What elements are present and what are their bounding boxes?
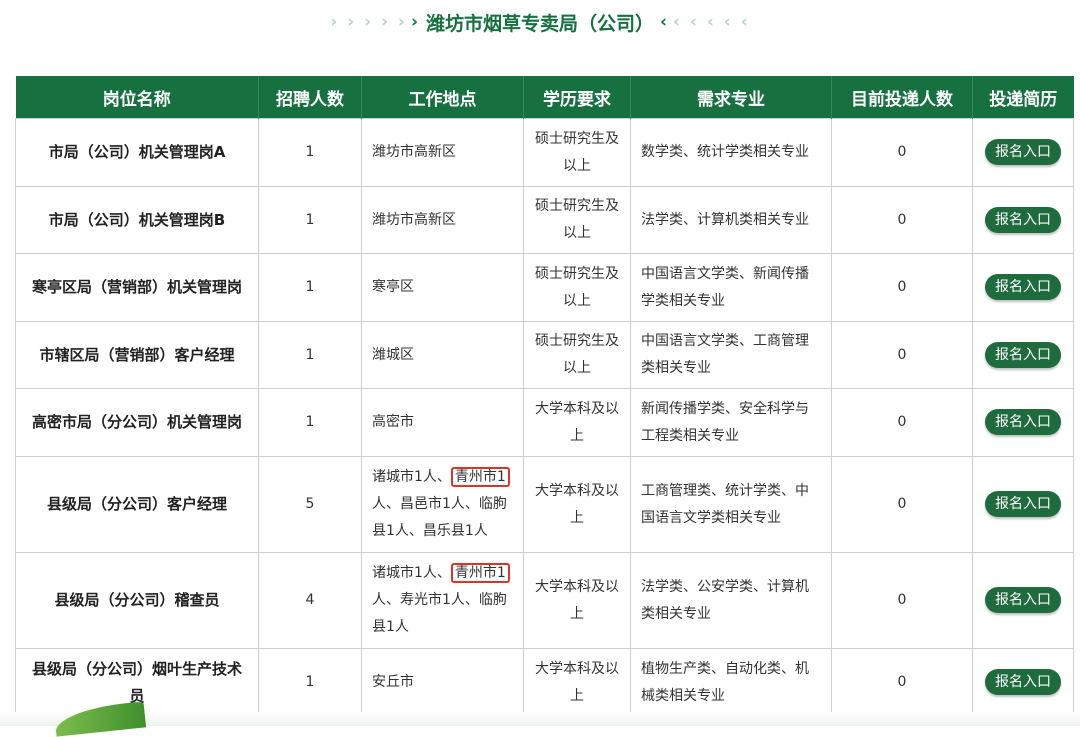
col-header-apply: 投递简历 (972, 76, 1074, 119)
location-cell: 诸城市1人、 青州市1 人、昌邑市1人、临朐县1人、昌乐县1人 (361, 456, 524, 553)
major-cell: 中国语言文学类、工商管理类相关专业 (630, 321, 832, 389)
major-cell: 工商管理类、统计学类、中国语言文学类相关专业 (630, 456, 832, 553)
count-cell: 5 (258, 456, 362, 553)
count-cell: 1 (258, 253, 362, 322)
table-header-row: 岗位名称 招聘人数 工作地点 学历要求 需求专业 目前投递人数 投递简历 (15, 76, 1074, 119)
table-row: 市局（公司）机关管理岗B 1 潍坊市高新区 硕士研究生及以上 法学类、计算机类相… (15, 186, 1074, 254)
count-cell: 1 (258, 118, 362, 187)
table-row: 市局（公司）机关管理岗A 1 潍坊市高新区 硕士研究生及以上 数学类、统计学类相… (15, 118, 1074, 187)
apply-cell: 报名入口 (972, 648, 1074, 717)
highlighted-location: 青州市1 (450, 467, 510, 487)
right-chevron-strong-icon: ‹ (660, 12, 670, 32)
location-text: 人、昌邑市1人、临朐县1人、昌乐县1人 (372, 496, 507, 539)
col-header-position: 岗位名称 (15, 76, 259, 119)
major-cell: 植物生产类、自动化类、机械类相关专业 (630, 648, 832, 717)
location-cell: 潍城区 (361, 321, 524, 389)
footer-gradient (0, 712, 1080, 726)
education-cell: 硕士研究生及以上 (523, 186, 631, 254)
table-row: 市辖区局（营销部）客户经理 1 潍城区 硕士研究生及以上 中国语言文学类、工商管… (15, 321, 1074, 389)
col-header-education: 学历要求 (523, 76, 631, 119)
table-row: 县级局（分公司）稽查员 4 诸城市1人、 青州市1 人、寿光市1人、临朐县1人 大学… (15, 552, 1074, 649)
applicants-cell: 0 (831, 648, 973, 717)
education-cell: 硕士研究生及以上 (523, 118, 631, 187)
major-cell: 数学类、统计学类相关专业 (630, 118, 832, 187)
education-cell: 大学本科及以上 (523, 388, 631, 457)
col-header-applicants: 目前投递人数 (831, 76, 973, 119)
page-title: 潍坊市烟草专卖局（公司） (425, 12, 654, 35)
location-cell: 潍坊市高新区 (361, 118, 524, 187)
position-cell: 县级局（分公司）稽查员 (15, 552, 259, 649)
location-cell: 高密市 (361, 388, 524, 457)
col-header-major: 需求专业 (630, 76, 832, 119)
count-cell: 4 (258, 552, 362, 649)
apply-cell: 报名入口 (972, 321, 1074, 389)
position-cell: 市局（公司）机关管理岗A (15, 118, 259, 187)
education-cell: 大学本科及以上 (523, 552, 631, 649)
applicants-cell: 0 (831, 552, 973, 649)
major-cell: 新闻传播学类、安全科学与工程类相关专业 (630, 388, 832, 457)
location-cell: 潍坊市高新区 (361, 186, 524, 254)
position-cell: 县级局（分公司）客户经理 (15, 456, 259, 553)
apply-button[interactable]: 报名入口 (985, 274, 1061, 300)
major-cell: 法学类、计算机类相关专业 (630, 186, 832, 254)
count-cell: 1 (258, 648, 362, 717)
left-chevrons-icon: › › › › › (330, 12, 407, 32)
job-table: 岗位名称 招聘人数 工作地点 学历要求 需求专业 目前投递人数 投递简历 市局（… (15, 76, 1074, 717)
apply-button[interactable]: 报名入口 (985, 139, 1061, 165)
count-cell: 1 (258, 321, 362, 389)
applicants-cell: 0 (831, 321, 973, 389)
position-cell: 寒亭区局（营销部）机关管理岗 (15, 253, 259, 322)
apply-cell: 报名入口 (972, 118, 1074, 187)
location-cell: 安丘市 (361, 648, 524, 717)
apply-cell: 报名入口 (972, 552, 1074, 649)
apply-button[interactable]: 报名入口 (985, 587, 1061, 613)
applicants-cell: 0 (831, 186, 973, 254)
location-cell: 诸城市1人、 青州市1 人、寿光市1人、临朐县1人 (361, 552, 524, 649)
applicants-cell: 0 (831, 253, 973, 322)
left-chevron-strong-icon: › (410, 12, 420, 32)
apply-cell: 报名入口 (972, 253, 1074, 322)
count-cell: 1 (258, 186, 362, 254)
location-text: 诸城市1人、 (372, 469, 451, 485)
apply-cell: 报名入口 (972, 388, 1074, 457)
apply-button[interactable]: 报名入口 (985, 206, 1061, 233)
major-cell: 中国语言文学类、新闻传播学类相关专业 (630, 253, 832, 322)
position-cell: 高密市局（分公司）机关管理岗 (15, 388, 259, 457)
table-row: 高密市局（分公司）机关管理岗 1 高密市 大学本科及以上 新闻传播学类、安全科学… (15, 388, 1074, 457)
education-cell: 大学本科及以上 (523, 648, 631, 717)
position-cell: 市辖区局（营销部）客户经理 (15, 321, 259, 389)
highlighted-location: 青州市1 (450, 563, 510, 583)
applicants-cell: 0 (831, 118, 973, 187)
major-cell: 法学类、公安学类、计算机类相关专业 (630, 552, 832, 649)
applicants-cell: 0 (831, 388, 973, 457)
position-cell: 市局（公司）机关管理岗B (15, 186, 259, 254)
page-header: › › › › › › 潍坊市烟草专卖局（公司） ‹ ‹ ‹ ‹ ‹ ‹ (0, 4, 1080, 40)
apply-button[interactable]: 报名入口 (985, 669, 1061, 695)
apply-cell: 报名入口 (972, 186, 1074, 254)
apply-button[interactable]: 报名入口 (985, 409, 1061, 435)
col-header-count: 招聘人数 (258, 76, 362, 119)
education-cell: 硕士研究生及以上 (523, 253, 631, 322)
education-cell: 硕士研究生及以上 (523, 321, 631, 389)
apply-button[interactable]: 报名入口 (985, 491, 1061, 517)
apply-button[interactable]: 报名入口 (985, 341, 1061, 368)
table-row: 县级局（分公司）客户经理 5 诸城市1人、 青州市1 人、昌邑市1人、临朐县1人、昌… (15, 456, 1074, 553)
apply-cell: 报名入口 (972, 456, 1074, 553)
table-row: 县级局（分公司）烟叶生产技术员 1 安丘市 大学本科及以上 植物生产类、自动化类… (15, 648, 1074, 717)
col-header-location: 工作地点 (361, 76, 524, 119)
education-cell: 大学本科及以上 (523, 456, 631, 553)
right-chevrons-icon: ‹ ‹ ‹ ‹ ‹ (673, 12, 750, 32)
location-text: 诸城市1人、 (372, 565, 451, 581)
count-cell: 1 (258, 388, 362, 457)
table-row: 寒亭区局（营销部）机关管理岗 1 寒亭区 硕士研究生及以上 中国语言文学类、新闻… (15, 253, 1074, 322)
applicants-cell: 0 (831, 456, 973, 553)
location-cell: 寒亭区 (361, 253, 524, 322)
location-text: 人、寿光市1人、临朐县1人 (372, 592, 507, 635)
